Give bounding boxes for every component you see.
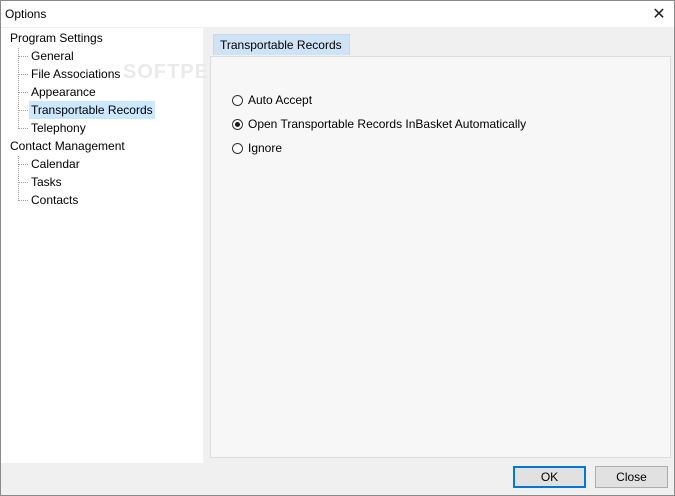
tab-transportable-records[interactable]: Transportable Records bbox=[213, 34, 350, 55]
close-window-button[interactable]: ✕ bbox=[644, 1, 674, 27]
tree-item-transportable-records[interactable]: Transportable Records bbox=[29, 101, 155, 119]
tree-line bbox=[19, 74, 28, 75]
tree-line bbox=[19, 164, 28, 165]
tree-group-program-settings[interactable]: Program Settings bbox=[10, 29, 103, 47]
tree-item-general[interactable]: General bbox=[29, 47, 76, 65]
radio-button-icon bbox=[232, 94, 243, 106]
tree-line bbox=[19, 200, 28, 201]
tree-group-contact-management[interactable]: Contact Management bbox=[10, 137, 125, 155]
radio-label: Open Transportable Records InBasket Auto… bbox=[248, 117, 527, 131]
options-dialog: Options ✕ SOFTPEDIA Program Settings Gen… bbox=[0, 0, 675, 496]
tree-item-appearance[interactable]: Appearance bbox=[29, 83, 98, 101]
tree-item-tasks[interactable]: Tasks bbox=[29, 173, 64, 191]
radio-button-selected-icon bbox=[232, 118, 243, 130]
tree-line bbox=[19, 110, 28, 111]
radio-open-inbasket[interactable]: Open Transportable Records InBasket Auto… bbox=[232, 116, 526, 132]
title-bar: Options ✕ bbox=[1, 1, 674, 27]
close-icon: ✕ bbox=[652, 6, 666, 23]
ok-button[interactable]: OK bbox=[513, 466, 586, 488]
radio-ignore[interactable]: Ignore bbox=[232, 140, 282, 156]
radio-label: Auto Accept bbox=[248, 93, 313, 107]
options-panel: Auto Accept Open Transportable Records I… bbox=[210, 56, 671, 458]
tree-line bbox=[19, 128, 28, 129]
radio-label: Ignore bbox=[248, 141, 283, 155]
close-button[interactable]: Close bbox=[595, 466, 668, 488]
radio-dot bbox=[235, 121, 240, 127]
tree-line bbox=[18, 48, 19, 129]
tree-item-file-associations[interactable]: File Associations bbox=[29, 65, 122, 83]
radio-button-icon bbox=[232, 142, 243, 154]
tree-item-calendar[interactable]: Calendar bbox=[29, 155, 82, 173]
tree-line bbox=[19, 182, 28, 183]
tree-item-telephony[interactable]: Telephony bbox=[29, 119, 88, 137]
tree-line bbox=[19, 56, 28, 57]
radio-auto-accept[interactable]: Auto Accept bbox=[232, 92, 312, 108]
settings-tree: SOFTPEDIA Program Settings General File … bbox=[1, 28, 245, 463]
tree-item-contacts[interactable]: Contacts bbox=[29, 191, 80, 209]
tree-line bbox=[18, 156, 19, 201]
window-title: Options bbox=[5, 7, 47, 21]
tree-line bbox=[19, 92, 28, 93]
